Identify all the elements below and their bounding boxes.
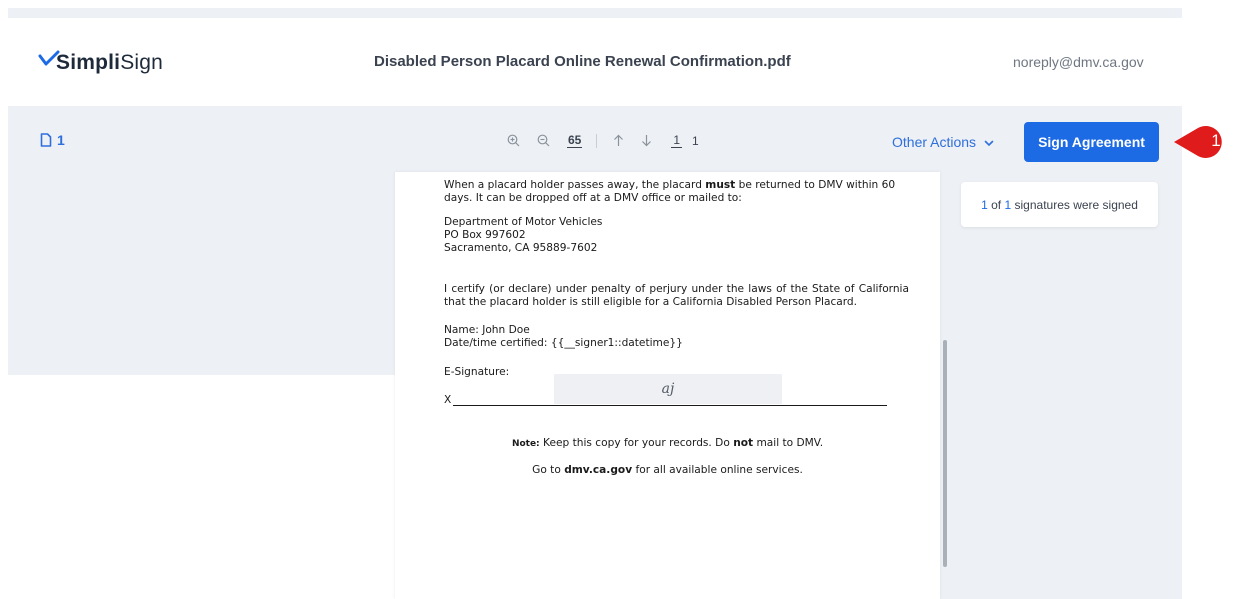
address-line: Department of Motor Vehicles [444,216,603,228]
signer-details: Name: John Doe Date/time certified: {{__… [444,324,683,350]
records-note: Note: Keep this copy for your records. D… [511,437,824,449]
signature-status-text: signatures were signed [1014,197,1138,212]
viewer-toolbar: 65 1 1 [505,133,699,148]
document-page: When a placard holder passes away, the p… [395,172,940,599]
signature-field[interactable]: aj [554,374,782,404]
document-title: Disabled Person Placard Online Renewal C… [374,53,791,70]
signature-status-card: 1 of 1 signatures were signed [961,182,1158,227]
simplisign-logo: SimpliSign [38,50,164,74]
certification-text: I certify (or declare) under penalty of … [444,283,909,308]
page-count-label: 1 [57,132,65,148]
datetime-line: Date/time certified: {{__signer1::dateti… [444,337,683,349]
outer-margin-left [0,375,395,599]
total-signatures: 1 [1004,197,1012,212]
online-services-note: Go to dmv.ca.gov for all available onlin… [532,464,803,476]
other-actions-dropdown[interactable]: Other Actions [892,134,994,150]
signed-count: 1 [981,197,988,212]
annotation-marker: 1 [1172,118,1238,166]
logo-wordmark: SimpliSign [56,51,164,74]
arrow-down-icon[interactable] [639,134,653,147]
address-line: PO Box 997602 [444,229,526,241]
zoom-level[interactable]: 65 [567,133,583,148]
document-scrollbar[interactable] [943,340,947,567]
checkmark-icon [38,50,60,74]
total-pages: 1 [692,133,699,148]
screen: SimpliSign Disabled Person Placard Onlin… [0,0,1238,599]
top-header: SimpliSign Disabled Person Placard Onlin… [8,18,1182,106]
chevron-down-icon [984,134,994,150]
mailing-address: Department of Motor Vehicles PO Box 9976… [444,216,602,255]
page-icon [40,133,52,147]
signature-x-mark: X [444,394,452,406]
outer-margin-right [1182,330,1238,599]
return-instructions: When a placard holder passes away, the p… [444,179,896,204]
signature-line [453,405,887,406]
toolbar-divider [596,133,598,148]
arrow-up-icon[interactable] [611,134,625,147]
sender-email: noreply@dmv.ca.gov [1013,54,1144,70]
name-line: Name: John Doe [444,324,530,336]
zoom-out-icon[interactable] [535,134,551,147]
address-line: Sacramento, CA 95889-7602 [444,242,598,254]
signature-initials: aj [661,380,675,397]
of-word: of [991,197,1002,212]
esignature-label: E-Signature: [444,366,510,378]
zoom-in-icon[interactable] [505,134,521,147]
current-page-input[interactable]: 1 [671,133,683,148]
annotation-number: 1 [1211,131,1221,150]
sign-agreement-button[interactable]: Sign Agreement [1024,122,1159,162]
page-thumbnails-toggle[interactable]: 1 [40,132,65,148]
other-actions-label: Other Actions [892,134,977,150]
